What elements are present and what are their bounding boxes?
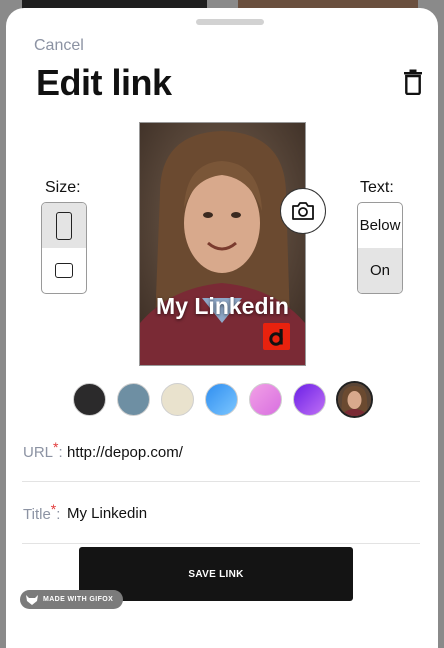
- link-preview-card: My Linkedin: [139, 122, 306, 366]
- camera-icon[interactable]: [280, 188, 326, 234]
- title-required-mark: *: [50, 501, 57, 517]
- swatch-beige[interactable]: [161, 383, 194, 416]
- square-size-icon: [55, 263, 73, 278]
- url-label-text: URL: [23, 444, 54, 461]
- text-label: Text:: [360, 179, 394, 196]
- swatch-blue-gradient[interactable]: [205, 383, 238, 416]
- swatch-slate-blue[interactable]: [117, 383, 150, 416]
- url-field[interactable]: http://depop.com/: [67, 444, 183, 461]
- portrait-size-icon: [56, 211, 72, 240]
- gifox-watermark: MADE WITH GIFOX: [20, 590, 124, 609]
- url-label-separator: :: [58, 444, 63, 461]
- divider: [22, 543, 420, 544]
- size-option-square[interactable]: [42, 248, 86, 293]
- drag-handle[interactable]: [196, 19, 264, 25]
- trash-icon[interactable]: [402, 69, 424, 96]
- swatch-photo[interactable]: [336, 381, 373, 418]
- size-label: Size:: [45, 179, 81, 196]
- preview-caption: My Linkedin: [156, 293, 289, 319]
- swatch-purple-gradient[interactable]: [293, 383, 326, 416]
- title-label-text: Title: [23, 506, 51, 523]
- cancel-button[interactable]: Cancel: [34, 37, 84, 55]
- divider: [22, 481, 420, 482]
- watermark-text: MADE WITH GIFOX: [43, 596, 114, 603]
- text-option-on[interactable]: On: [358, 248, 402, 293]
- page-title: Edit link: [36, 62, 172, 103]
- title-label: Title*:: [23, 501, 61, 523]
- title-label-separator: :: [56, 506, 61, 523]
- size-toggle: [41, 202, 87, 294]
- url-label: URL*:: [23, 439, 63, 461]
- swatch-photo-thumbnail: [338, 383, 371, 416]
- size-option-portrait[interactable]: [42, 203, 86, 248]
- swatch-pink-gradient[interactable]: [249, 383, 282, 416]
- fox-icon: [26, 594, 38, 605]
- text-option-below[interactable]: Below: [358, 203, 402, 248]
- swatch-black[interactable]: [73, 383, 106, 416]
- depop-logo: [263, 323, 290, 350]
- text-position-toggle: Below On: [357, 202, 403, 294]
- url-required-mark: *: [53, 439, 59, 455]
- title-field[interactable]: My Linkedin: [67, 505, 147, 522]
